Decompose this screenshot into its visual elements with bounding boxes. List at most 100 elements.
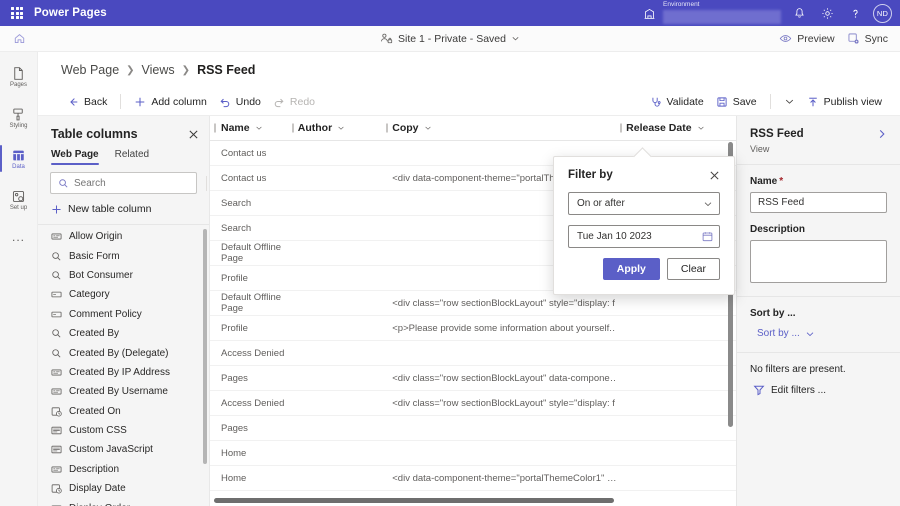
chevron-down-icon <box>703 199 713 209</box>
column-label: Category <box>69 289 110 301</box>
view-properties-panel: RSS Feed View Name * RSS Feed Description… <box>737 116 900 506</box>
question-mark-icon[interactable] <box>841 0 869 26</box>
environment-selector[interactable]: Environment <box>663 0 781 26</box>
add-column-button[interactable]: Add column <box>128 93 212 111</box>
table-columns-panel: Table columns Web Page Related Search Ne… <box>38 116 233 506</box>
power-pages-app: Power Pages Environment ND Site 1 - Priv… <box>0 0 900 506</box>
column-item[interactable]: Custom CSS <box>38 421 209 440</box>
filter-operator-dropdown[interactable]: On or after <box>568 192 720 215</box>
app-launcher-icon[interactable] <box>0 0 34 26</box>
column-item[interactable]: Created On <box>38 402 209 421</box>
calendar-icon[interactable] <box>702 231 713 242</box>
filters-section: No filters are present. Edit filters ... <box>737 353 900 409</box>
description-field[interactable] <box>750 240 887 283</box>
save-button[interactable]: Save <box>710 93 763 111</box>
column-search-box[interactable] <box>50 172 233 194</box>
breadcrumb-item-webpage[interactable]: Web Page <box>61 63 119 77</box>
grid-header-name[interactable]: Name <box>210 122 288 134</box>
tab-web-page[interactable]: Web Page <box>51 149 99 165</box>
undo-button[interactable]: Undo <box>213 93 267 111</box>
datetime-icon <box>51 483 62 494</box>
command-bar: Back Add column Undo Redo Validate Save … <box>38 88 900 116</box>
column-item[interactable]: Bot Consumer <box>38 266 209 285</box>
column-item[interactable]: Allow Origin <box>38 227 209 246</box>
rail-label-data: Data <box>12 163 25 170</box>
sort-by-dropdown[interactable]: Sort by ... <box>750 328 887 339</box>
filter-callout-title: Filter by <box>568 169 613 181</box>
column-label: Description <box>69 463 120 475</box>
apply-button[interactable]: Apply <box>602 258 660 280</box>
validate-button[interactable]: Validate <box>644 93 710 111</box>
page-title: RSS Feed <box>750 128 804 140</box>
clear-button[interactable]: Clear <box>666 258 720 280</box>
more-horizontal-icon[interactable]: ... <box>0 222 38 252</box>
cell-name: Search <box>221 222 252 234</box>
people-lock-icon <box>380 32 393 45</box>
grid-header-release-date[interactable]: Release Date <box>616 122 736 134</box>
table-columns-list[interactable]: Allow Origin Basic Form Bot Consumer Cat… <box>38 225 209 506</box>
columns-list-scrollbar[interactable] <box>203 229 207 464</box>
avatar[interactable]: ND <box>873 3 892 23</box>
edit-filters-button[interactable]: Edit filters ... <box>750 384 887 396</box>
grid-header-copy[interactable]: Copy <box>382 122 616 134</box>
cell-copy: <div class="row sectionBlockLayout" data… <box>392 372 617 384</box>
new-table-column-button[interactable]: New table column <box>38 194 209 225</box>
bell-icon[interactable] <box>785 0 813 26</box>
column-item[interactable]: Created By IP Address <box>38 363 209 382</box>
required-asterisk: * <box>779 176 784 187</box>
text-field-icon <box>51 367 62 378</box>
rail-item-styling[interactable]: Styling <box>0 99 38 136</box>
rail-item-data[interactable]: Data <box>0 140 38 177</box>
table-row[interactable]: Pages <div class="row sectionBlockLayout"… <box>210 366 736 391</box>
close-icon[interactable] <box>709 170 720 181</box>
search-input[interactable] <box>69 177 206 189</box>
tab-related[interactable]: Related <box>115 149 149 165</box>
filter-callout-header: Filter by <box>568 169 720 181</box>
table-row[interactable]: Home <div data-component-theme="portalThe… <box>210 466 736 491</box>
table-row[interactable]: Profile <p>Please provide some informatio… <box>210 316 736 341</box>
column-item[interactable]: Custom JavaScript <box>38 440 209 459</box>
sync-button[interactable]: Sync <box>847 32 888 45</box>
close-icon[interactable] <box>188 129 199 140</box>
site-label: Site 1 - Private - Saved <box>398 32 506 45</box>
org-building-icon[interactable] <box>635 0 663 26</box>
column-item[interactable]: Created By Username <box>38 382 209 401</box>
page-icon <box>11 66 26 81</box>
table-row[interactable]: Access Denied <box>210 341 736 366</box>
table-row[interactable]: Pages <box>210 416 736 441</box>
paint-icon <box>11 107 26 122</box>
cell-name: Default Offline Page <box>221 292 282 314</box>
column-item[interactable]: 12 Display Order <box>38 498 209 506</box>
publish-view-button[interactable]: Publish view <box>801 93 888 111</box>
column-item[interactable]: Comment Policy <box>38 305 209 324</box>
site-selector[interactable]: Site 1 - Private - Saved <box>0 32 900 45</box>
name-field[interactable]: RSS Feed <box>750 192 887 213</box>
suite-header: Power Pages Environment ND <box>0 0 900 26</box>
save-options-chevron[interactable] <box>778 93 801 110</box>
redo-button: Redo <box>267 93 321 111</box>
table-row[interactable]: Access Denied <div class="row sectionBloc… <box>210 391 736 416</box>
breadcrumb-item-views[interactable]: Views <box>142 63 175 77</box>
column-item[interactable]: Basic Form <box>38 246 209 265</box>
grid-header-label: Name <box>221 122 250 134</box>
chevron-right-icon[interactable] <box>876 128 888 140</box>
environment-value-redacted <box>663 10 781 24</box>
table-columns-title: Table columns <box>51 127 138 141</box>
filter-date-input[interactable]: Tue Jan 10 2023 <box>568 225 720 248</box>
table-row[interactable]: Home <box>210 441 736 466</box>
gear-icon[interactable] <box>813 0 841 26</box>
chevron-down-icon <box>337 124 345 132</box>
column-item[interactable]: Created By (Delegate) <box>38 343 209 362</box>
column-item[interactable]: Created By <box>38 324 209 343</box>
description-label: Description <box>750 224 806 235</box>
column-item[interactable]: Display Date <box>38 479 209 498</box>
column-item[interactable]: Description <box>38 460 209 479</box>
cell-copy: <p>Please provide some information about… <box>392 322 617 334</box>
rail-item-pages[interactable]: Pages <box>0 58 38 95</box>
back-button[interactable]: Back <box>61 93 113 111</box>
column-item[interactable]: Category <box>38 285 209 304</box>
preview-button[interactable]: Preview <box>779 32 835 45</box>
rail-item-setup[interactable]: Set up <box>0 181 38 218</box>
grid-header-author[interactable]: Author <box>288 122 383 134</box>
grid-horizontal-scrollbar[interactable] <box>214 498 614 503</box>
